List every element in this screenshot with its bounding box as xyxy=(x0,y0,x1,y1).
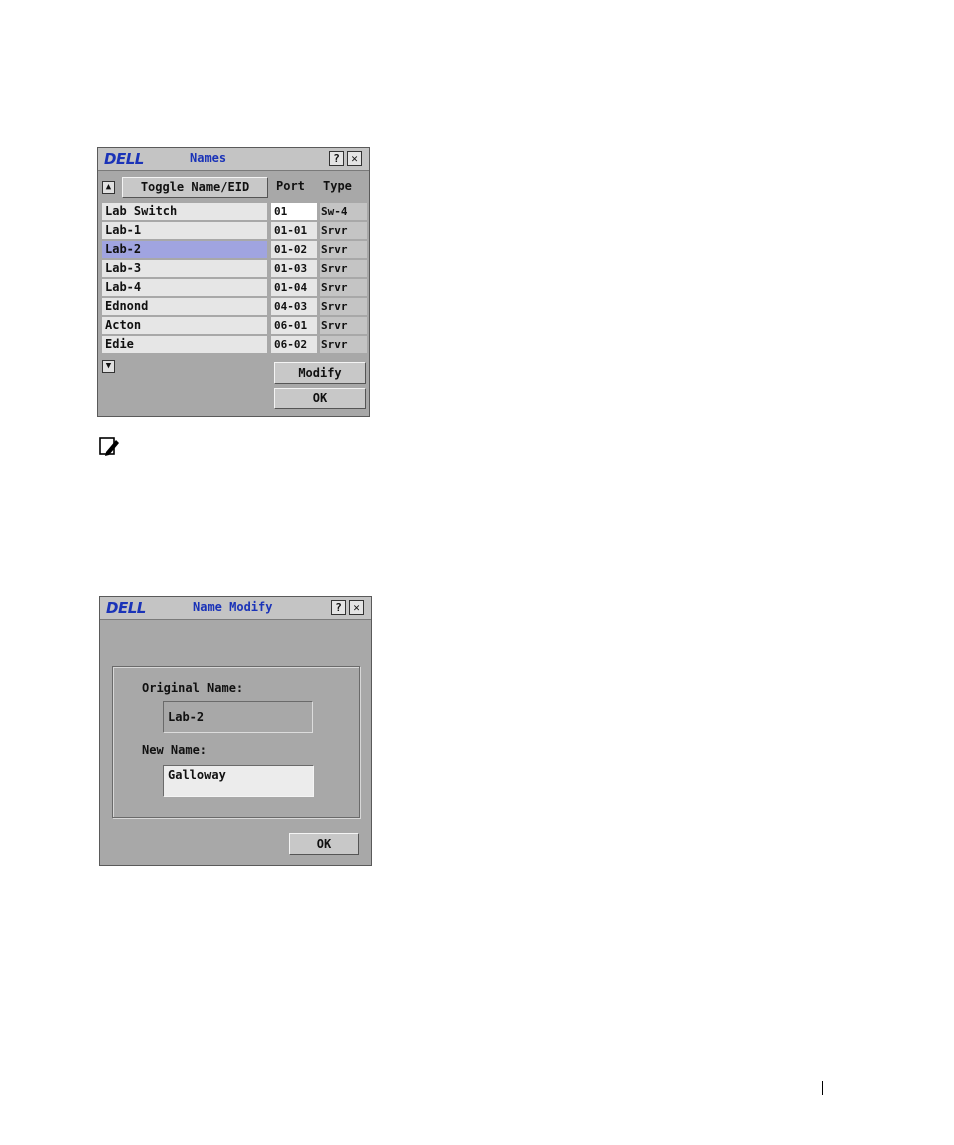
table-row-selected[interactable]: Lab-2 01-02 Srvr xyxy=(102,241,367,259)
ok-button[interactable]: OK xyxy=(289,833,359,855)
close-icon[interactable]: ✕ xyxy=(347,151,362,166)
table-row[interactable]: Edie 06-02 Srvr xyxy=(102,336,367,354)
original-name-field: Lab-2 xyxy=(163,701,313,733)
modify-titlebar: DELL Name Modify ? ✕ xyxy=(100,597,371,620)
row-name: Lab-4 xyxy=(102,279,267,296)
table-row[interactable]: Lab-3 01-03 Srvr xyxy=(102,260,367,278)
row-name: Lab-2 xyxy=(102,241,267,258)
close-icon[interactable]: ✕ xyxy=(349,600,364,615)
row-port: 01-03 xyxy=(271,260,317,277)
row-name: Acton xyxy=(102,317,267,334)
new-name-label: New Name: xyxy=(142,743,208,757)
ok-button[interactable]: OK xyxy=(274,388,366,409)
row-port: 01-04 xyxy=(271,279,317,296)
note-pencil-icon xyxy=(99,437,121,457)
ok-button-label: OK xyxy=(312,391,328,405)
row-port: 06-01 xyxy=(271,317,317,334)
toggle-button-label: Toggle Name/EID xyxy=(140,180,250,194)
row-name: Lab-3 xyxy=(102,260,267,277)
table-row[interactable]: Lab Switch 01 Sw-4 xyxy=(102,203,367,221)
toggle-name-eid-button[interactable]: Toggle Name/EID xyxy=(122,177,268,198)
column-header-type[interactable]: Type xyxy=(323,179,352,193)
ok-button-label: OK xyxy=(316,837,332,851)
column-header-port[interactable]: Port xyxy=(276,179,305,193)
dell-logo: DELL xyxy=(104,150,144,168)
row-type: Srvr xyxy=(320,222,367,239)
dell-logo: DELL xyxy=(106,599,146,617)
row-type: Srvr xyxy=(320,260,367,277)
names-window-title: Names xyxy=(190,151,227,165)
names-window: DELL Names ? ✕ ▲ Toggle Name/EID Port Ty… xyxy=(97,147,370,417)
modify-button[interactable]: Modify xyxy=(274,362,366,384)
name-modify-window: DELL Name Modify ? ✕ Original Name: Lab-… xyxy=(99,596,372,866)
row-name: Edie xyxy=(102,336,267,353)
table-row[interactable]: Ednond 04-03 Srvr xyxy=(102,298,367,316)
help-button[interactable]: ? xyxy=(329,151,344,166)
row-type: Srvr xyxy=(320,241,367,258)
names-titlebar: DELL Names ? ✕ xyxy=(98,148,369,171)
table-row[interactable]: Lab-4 01-04 Srvr xyxy=(102,279,367,297)
table-row[interactable]: Acton 06-01 Srvr xyxy=(102,317,367,335)
scroll-up-icon[interactable]: ▲ xyxy=(102,181,115,194)
row-port: 04-03 xyxy=(271,298,317,315)
row-type: Srvr xyxy=(320,298,367,315)
row-type: Srvr xyxy=(320,336,367,353)
row-port: 06-02 xyxy=(271,336,317,353)
table-row[interactable]: Lab-1 01-01 Srvr xyxy=(102,222,367,240)
row-name: Lab-1 xyxy=(102,222,267,239)
row-port: 01-01 xyxy=(271,222,317,239)
modify-window-title: Name Modify xyxy=(193,600,273,614)
row-port: 01-02 xyxy=(271,241,317,258)
row-type: Srvr xyxy=(320,317,367,334)
row-name: Ednond xyxy=(102,298,267,315)
row-type: Srvr xyxy=(320,279,367,296)
new-name-input[interactable]: Galloway xyxy=(163,765,314,797)
modify-button-label: Modify xyxy=(298,366,342,380)
scroll-down-icon[interactable]: ▼ xyxy=(102,360,115,373)
row-name: Lab Switch xyxy=(102,203,267,220)
row-type: Sw-4 xyxy=(320,203,367,220)
page-gutter-mark xyxy=(822,1081,823,1095)
row-port: 01 xyxy=(271,203,317,220)
original-name-label: Original Name: xyxy=(142,681,244,695)
help-button[interactable]: ? xyxy=(331,600,346,615)
